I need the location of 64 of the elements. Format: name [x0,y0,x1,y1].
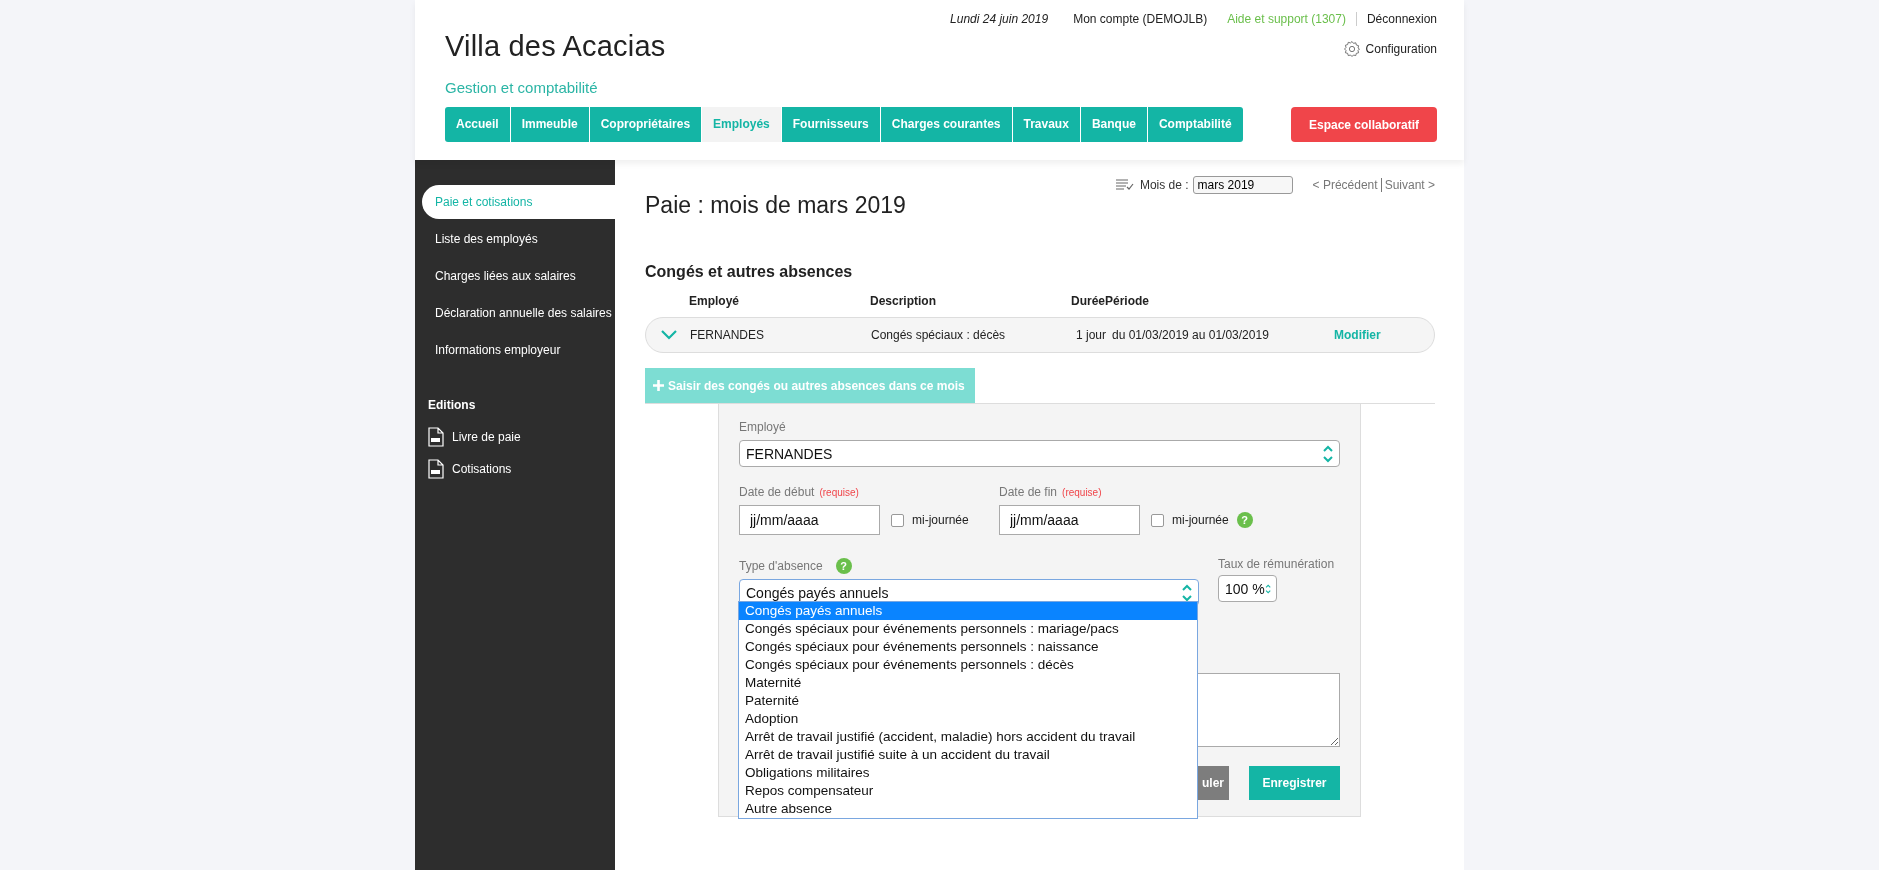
table-cell-text: du 01/03/2019 au 01/03/2019 [1111,328,1270,342]
next-link[interactable]: Suivant > [1380,178,1435,192]
month-field[interactable]: mars 2019 [1192,176,1293,194]
employee-select[interactable]: FERNANDES [739,440,1340,467]
chevron-icon[interactable] [661,330,677,340]
checkbox[interactable] [891,513,904,527]
field-label: Employé [739,420,787,434]
field-label: Date de fin [999,485,1058,499]
document-link[interactable]: Cotisations [452,462,512,476]
dropdown-option[interactable]: Congés payés annuels [739,602,1197,620]
table-cell-text: 1 jour [1074,328,1106,342]
column-header: Description [870,294,937,308]
pdf-file-icon [428,427,444,447]
select-arrows-icon [1181,583,1193,602]
field-label: Date de début [739,485,815,499]
dropdown-option[interactable]: Congés spéciaux pour événements personnels : décès [739,656,1197,674]
configuration-link[interactable]: Configuration [1342,40,1437,58]
sidebar-section-title: Editions [428,398,477,412]
checklist-icon [1115,179,1134,191]
pdf-file-icon [428,459,444,479]
dropdown-option[interactable]: Paternité [739,692,1197,710]
plus-icon [653,380,664,391]
column-header: Employé [689,294,740,308]
field-label: Type d'absence [739,559,823,573]
checkbox-label: mi-journée [912,513,969,527]
page-title: Paie : mois de mars 2019 [645,192,906,219]
dropdown-option[interactable]: Repos compensateur [739,782,1197,800]
site-subtitle: Gestion et comptabilité [445,79,599,96]
dropdown-option[interactable]: Arrêt de travail justifié (accident, maladie) hors accident du travail [739,728,1197,746]
header-link[interactable]: Déconnexion [1355,12,1437,26]
sidebar-item[interactable]: Déclaration annuelle des salaires [422,296,615,330]
checkbox[interactable] [1151,513,1164,527]
sidebar-item[interactable]: Informations employeur [422,333,615,367]
sidebar-item[interactable]: Charges liées aux salaires [422,259,615,293]
table-cell-text: Congés spéciaux : décès [871,328,1007,342]
dropdown-option[interactable]: Arrêt de travail justifié suite à un accident du travail [739,746,1197,764]
required-note: (requise) [819,486,859,498]
dropdown-option[interactable]: Obligations militaires [739,764,1197,782]
header-link[interactable]: Mon compte (DEMOJLB) [1063,12,1218,26]
settings-icon [1342,40,1361,58]
rate-select[interactable]: 100 % [1218,575,1277,602]
select-arrows-icon [1322,444,1334,463]
dropdown-option[interactable]: Maternité [739,674,1197,692]
section-title: Congés et autres absences [645,263,854,281]
checkbox-label: mi-journée [1172,513,1229,527]
column-header: Période [1105,294,1150,308]
dropdown-option[interactable]: Congés spéciaux pour événements personnels : naissance [739,638,1197,656]
table-cell-text: FERNANDES [690,328,765,342]
sidebar-item[interactable]: Liste des employés [422,222,615,256]
date-field[interactable]: jj/mm/aaaa [739,505,880,535]
site-title: Villa des Acacias [445,30,666,63]
collaborative-space-button[interactable]: Espace collaboratif [1291,107,1437,142]
absence-row[interactable]: FERNANDES Congés spéciaux : décès 1 jour du 01/03/2019 au 01/03/2019 Modifier [645,317,1435,353]
month-label: Mois de : [1139,178,1189,192]
current-date: Lundi 24 juin 2019 [950,12,1049,26]
dropdown-option[interactable]: Adoption [739,710,1197,728]
date-field[interactable]: jj/mm/aaaa [999,505,1140,535]
column-header: Durée [1070,294,1105,308]
field-label: Taux de rémunération [1218,557,1336,571]
dropdown-option[interactable]: Congés spéciaux pour événements personnels : mariage/pacs [739,620,1197,638]
required-note: (requise) [1062,486,1102,498]
document-link[interactable]: Livre de paie [452,430,521,444]
dropdown-option[interactable]: Autre absence [739,800,1197,818]
previous-link[interactable]: < Précédent [1312,178,1378,192]
